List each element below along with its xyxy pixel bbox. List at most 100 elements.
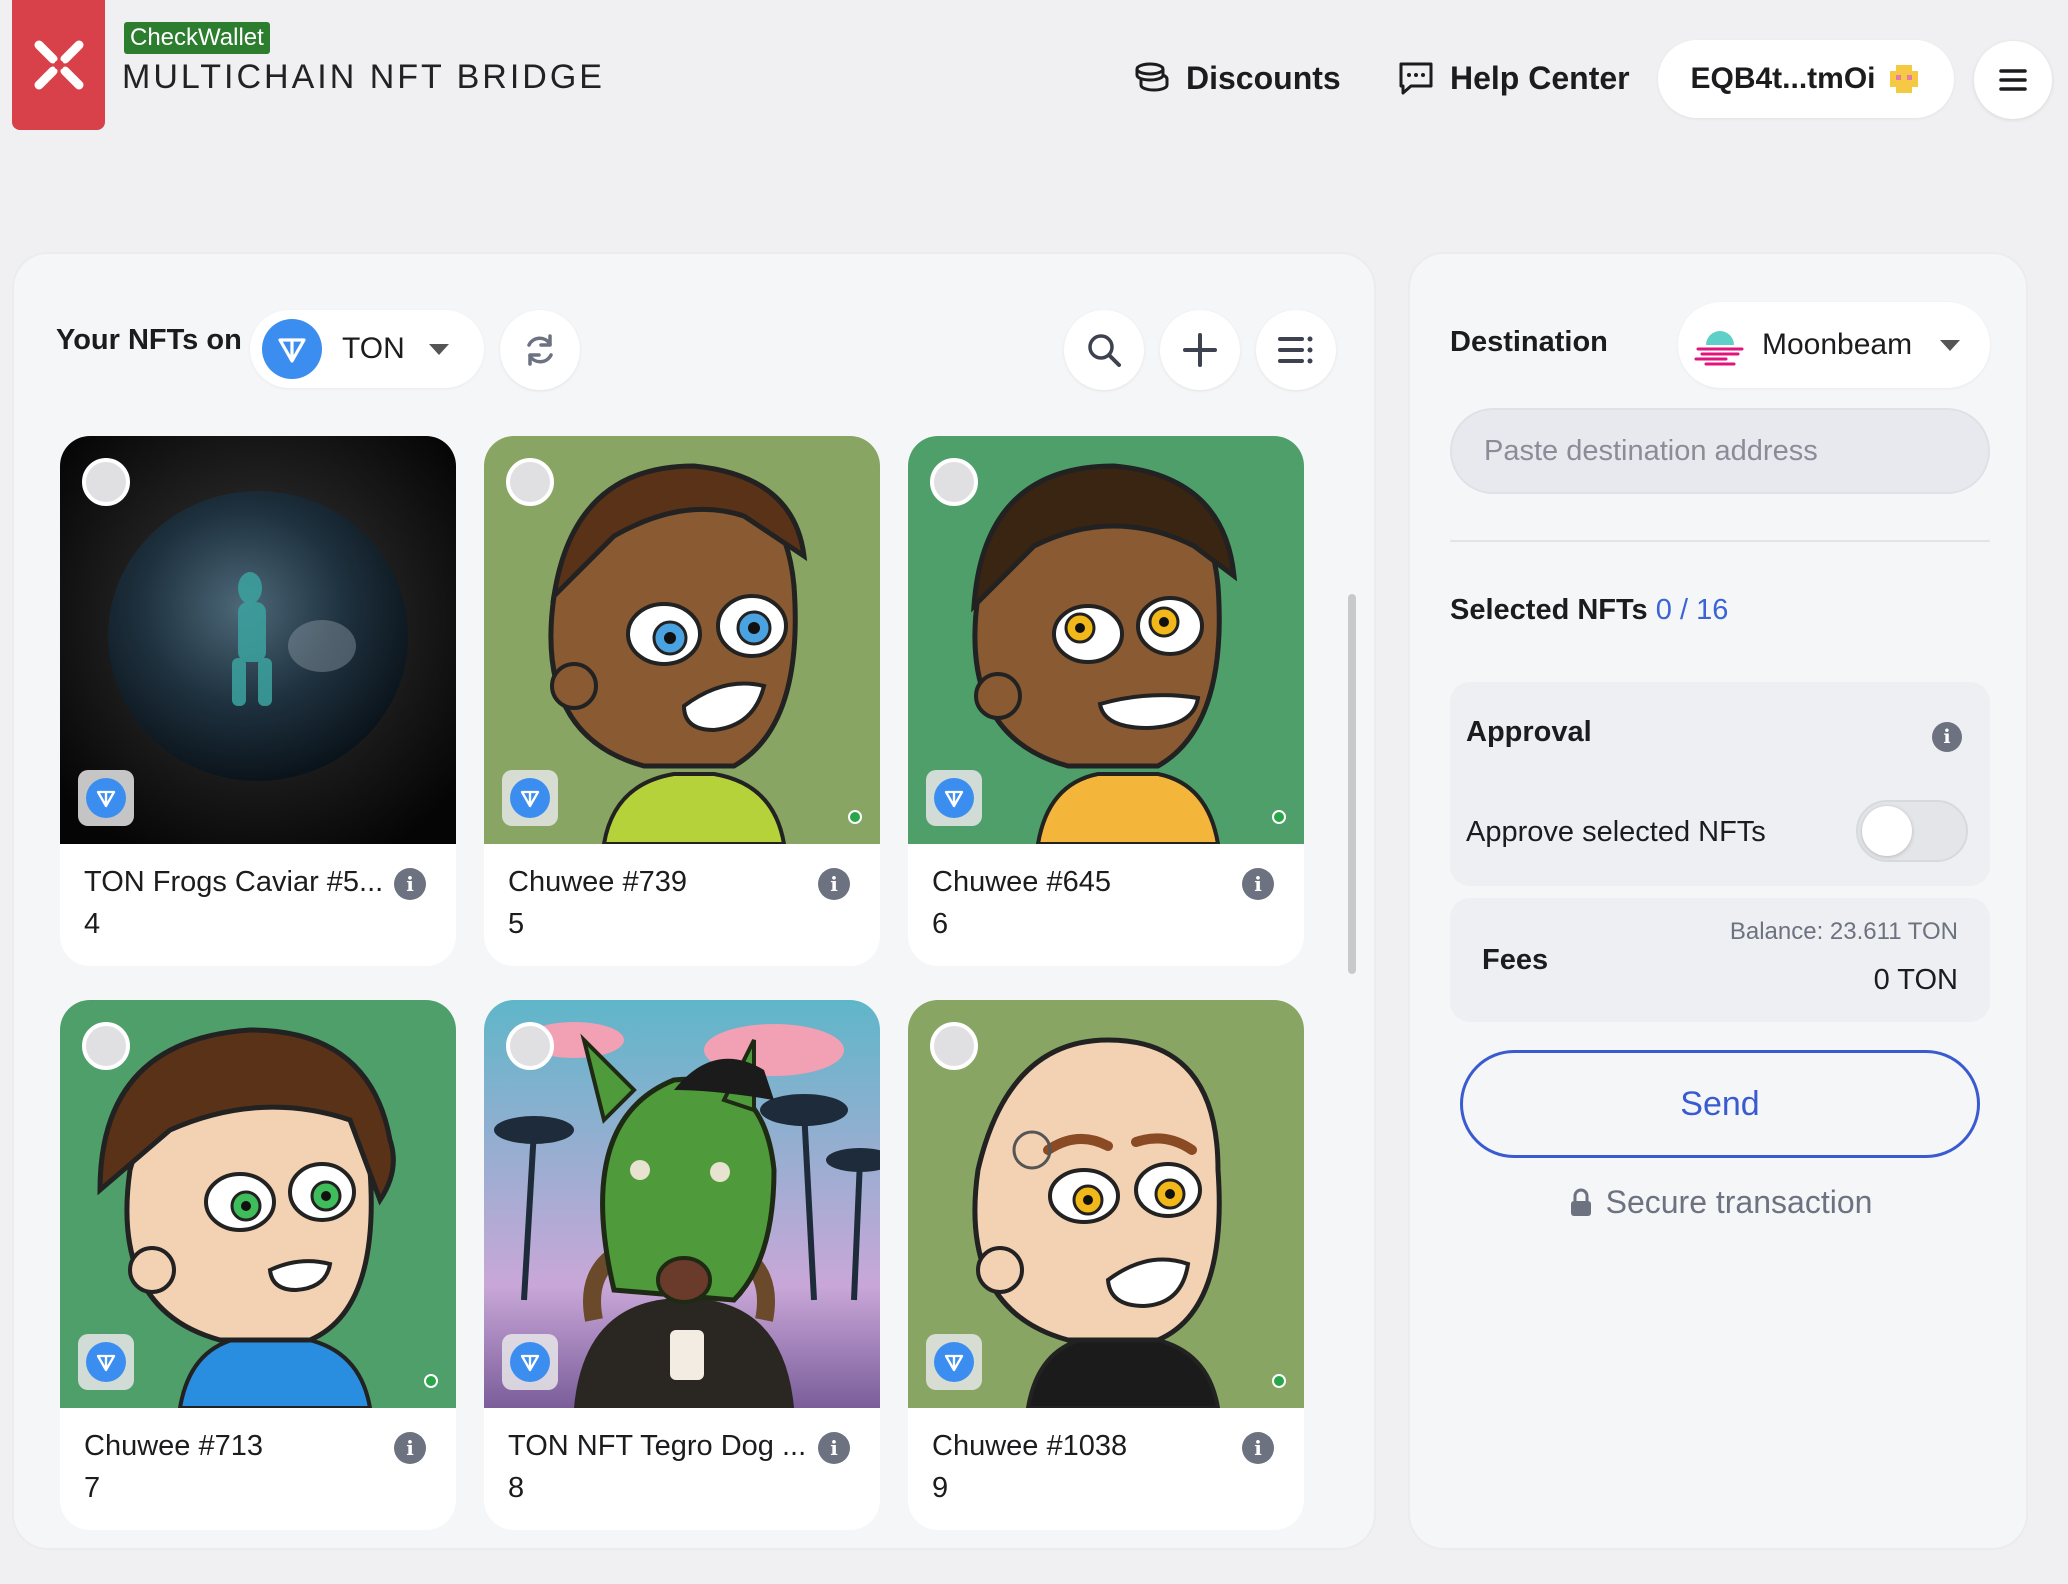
fees-section: Fees Balance: 23.611 TON 0 TON: [1450, 898, 1990, 1022]
help-center-label: Help Center: [1450, 59, 1630, 96]
nft-card[interactable]: Chuwee #1038 9 i: [908, 1000, 1304, 1530]
nft-name: Chuwee #1038: [932, 1430, 1128, 1462]
ton-chain-icon: [78, 770, 134, 826]
destination-chain-label: Moonbeam: [1762, 328, 1913, 361]
nft-id: 7: [84, 1472, 101, 1504]
nft-card[interactable]: TON NFT Tegro Dog ... 8 i: [484, 1000, 880, 1530]
divider: [1450, 540, 1990, 542]
nft-name: TON NFT Tegro Dog ...: [508, 1430, 807, 1462]
chevron-down-icon: [1940, 339, 1961, 351]
select-checkbox[interactable]: [930, 1022, 978, 1070]
nft-card[interactable]: Chuwee #645 6 i: [908, 436, 1304, 966]
nft-image: [484, 1000, 880, 1408]
wallet-button[interactable]: EQB4t...tmOi: [1658, 40, 1954, 118]
info-icon[interactable]: i: [394, 868, 426, 900]
nft-list-panel: Your NFTs on TON TON Frogs Caviar #5... …: [12, 252, 1376, 1550]
selected-nfts-count: 0 / 16: [1655, 594, 1729, 626]
destination-label: Destination: [1450, 326, 1608, 358]
info-icon[interactable]: i: [1242, 1432, 1274, 1464]
checkwallet-badge: CheckWallet: [124, 22, 270, 54]
search-button[interactable]: [1064, 310, 1144, 390]
info-icon[interactable]: i: [818, 868, 850, 900]
discounts-label: Discounts: [1186, 59, 1341, 96]
list-filter-icon: [1278, 336, 1313, 364]
nft-image: [60, 1000, 456, 1408]
coins-icon: [1135, 62, 1169, 92]
nft-image: [908, 436, 1304, 844]
info-icon[interactable]: i: [1242, 868, 1274, 900]
refresh-icon: [527, 334, 553, 366]
select-checkbox[interactable]: [930, 458, 978, 506]
chevron-down-icon: [428, 343, 449, 355]
ton-chain-icon: [502, 770, 558, 826]
nft-name: TON Frogs Caviar #5...: [84, 866, 384, 898]
status-dot: [424, 1374, 438, 1388]
nft-id: 9: [932, 1472, 949, 1504]
select-checkbox[interactable]: [506, 1022, 554, 1070]
hamburger-menu-icon: [1999, 69, 2027, 91]
lock-icon: [1570, 1188, 1591, 1216]
ton-chain-icon: [926, 1334, 982, 1390]
source-chain-select[interactable]: TON: [250, 310, 484, 388]
logo[interactable]: [12, 0, 105, 130]
list-view-button[interactable]: [1256, 310, 1336, 390]
plus-icon: [1183, 333, 1217, 367]
info-icon[interactable]: i: [1932, 722, 1962, 752]
xp-network-logo-icon: [34, 40, 83, 90]
secure-transaction-note: Secure transaction: [1410, 1184, 2030, 1221]
search-icon: [1088, 334, 1121, 367]
nft-id: 6: [932, 908, 949, 940]
refresh-button[interactable]: [500, 310, 580, 390]
nft-name: Chuwee #713: [84, 1430, 263, 1462]
add-nft-button[interactable]: [1160, 310, 1240, 390]
nft-card[interactable]: TON Frogs Caviar #5... 4 i: [60, 436, 456, 966]
info-icon[interactable]: i: [818, 1432, 850, 1464]
approval-section: Approval i Approve selected NFTs: [1450, 682, 1990, 886]
your-nfts-label: Your NFTs on: [56, 324, 242, 356]
transfer-panel: Destination Moonbeam Selected NFTs 0 / 1…: [1408, 252, 2028, 1550]
ton-chain-icon: [502, 1334, 558, 1390]
toggle-knob: [1862, 806, 1912, 856]
source-chain-label: TON: [342, 332, 405, 365]
select-checkbox[interactable]: [506, 458, 554, 506]
nft-name: Chuwee #645: [932, 866, 1111, 898]
approve-toggle[interactable]: [1856, 800, 1968, 862]
menu-button[interactable]: [1974, 41, 2052, 119]
nft-grid: TON Frogs Caviar #5... 4 i Chuwee #739 5…: [60, 436, 1306, 1530]
wallet-avatar-icon: [1889, 65, 1918, 93]
wallet-address: EQB4t...tmOi: [1690, 62, 1876, 95]
select-checkbox[interactable]: [82, 458, 130, 506]
ton-icon: [262, 319, 322, 379]
selected-nfts-label: Selected NFTs 0 / 16: [1450, 594, 1728, 627]
destination-chain-select[interactable]: Moonbeam: [1678, 302, 1990, 388]
balance-text: Balance: 23.611 TON: [1729, 918, 1958, 945]
nft-image: [60, 436, 456, 844]
destination-address-input[interactable]: [1450, 408, 1990, 494]
send-button[interactable]: Send: [1460, 1050, 1980, 1158]
info-icon[interactable]: i: [394, 1432, 426, 1464]
chat-bubble-icon: [1399, 62, 1433, 95]
ton-chain-icon: [78, 1334, 134, 1390]
fees-label: Fees: [1482, 944, 1549, 976]
nft-image: [484, 436, 880, 844]
nft-image: [908, 1000, 1304, 1408]
status-dot: [1272, 1374, 1286, 1388]
nft-card[interactable]: Chuwee #713 7 i: [60, 1000, 456, 1530]
nft-id: 4: [84, 908, 101, 940]
status-dot: [1272, 810, 1286, 824]
nft-id: 8: [508, 1472, 525, 1504]
secure-transaction-label: Secure transaction: [1605, 1184, 1873, 1220]
nft-card[interactable]: Chuwee #739 5 i: [484, 436, 880, 966]
ton-chain-icon: [926, 770, 982, 826]
fee-value: 0 TON: [1873, 964, 1958, 996]
help-center-link[interactable]: Help Center: [1396, 58, 1630, 98]
select-checkbox[interactable]: [82, 1022, 130, 1070]
nft-name: Chuwee #739: [508, 866, 687, 898]
app-title: MULTICHAIN NFT BRIDGE: [122, 58, 605, 96]
discounts-link[interactable]: Discounts: [1132, 58, 1341, 98]
status-dot: [848, 810, 862, 824]
approve-label: Approve selected NFTs: [1466, 816, 1766, 848]
nft-list-scrollbar[interactable]: [1348, 594, 1356, 974]
moonbeam-icon: [1694, 331, 1744, 366]
approval-title: Approval: [1466, 716, 1592, 748]
